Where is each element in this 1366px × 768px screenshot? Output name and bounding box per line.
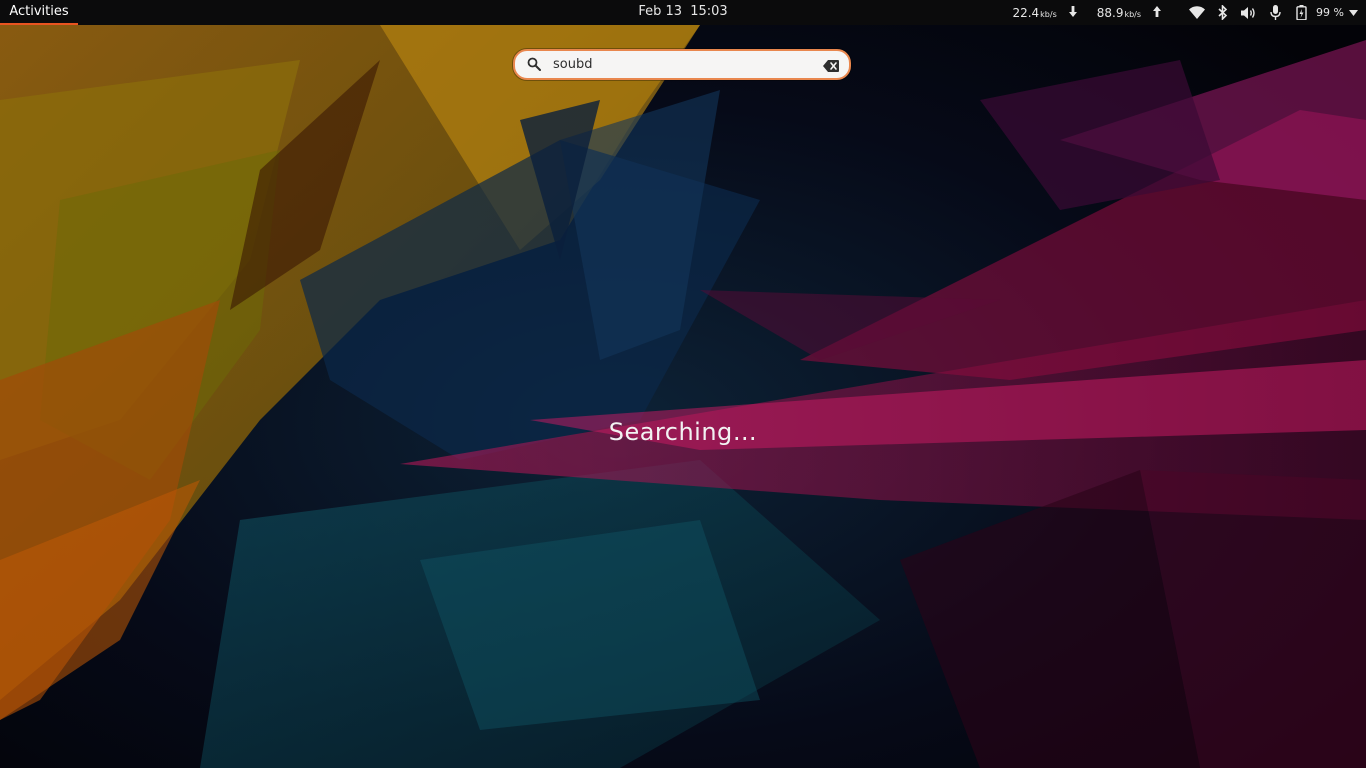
search-input[interactable] [553, 53, 813, 75]
system-tray[interactable]: 22.4 kb/s 88.9 kb/s 99 % [1012, 0, 1366, 25]
battery-icon [1293, 5, 1309, 21]
date-label: Feb 13 [638, 4, 683, 19]
arrow-down-icon [1068, 5, 1077, 20]
arrow-up-icon [1153, 5, 1162, 20]
desktop-wallpaper [0, 0, 1366, 768]
net-down-value: 22.4 [1012, 5, 1040, 20]
time-label: 15:03 [690, 4, 728, 19]
battery-percent: 99 % [1316, 6, 1344, 19]
search-icon [527, 56, 541, 75]
wifi-icon [1189, 5, 1206, 21]
clock-button[interactable]: Feb 13 15:03 [600, 0, 766, 24]
chevron-down-icon[interactable] [1349, 5, 1358, 20]
net-up-indicator: 88.9 kb/s [1096, 5, 1162, 20]
search-box[interactable] [513, 49, 851, 80]
top-bar: Activities Feb 13 15:03 22.4 kb/s 88.9 k… [0, 0, 1366, 25]
clear-icon[interactable] [823, 57, 839, 76]
net-up-unit: kb/s [1124, 9, 1142, 19]
net-down-unit: kb/s [1040, 9, 1057, 19]
net-up-value: 88.9 [1096, 5, 1124, 20]
activities-button[interactable]: Activities [0, 0, 78, 25]
search-status-text: Searching… [608, 418, 758, 446]
net-down-indicator: 22.4 kb/s [1012, 5, 1077, 20]
bluetooth-icon [1215, 5, 1231, 21]
microphone-icon [1267, 5, 1283, 21]
volume-icon [1241, 5, 1257, 21]
